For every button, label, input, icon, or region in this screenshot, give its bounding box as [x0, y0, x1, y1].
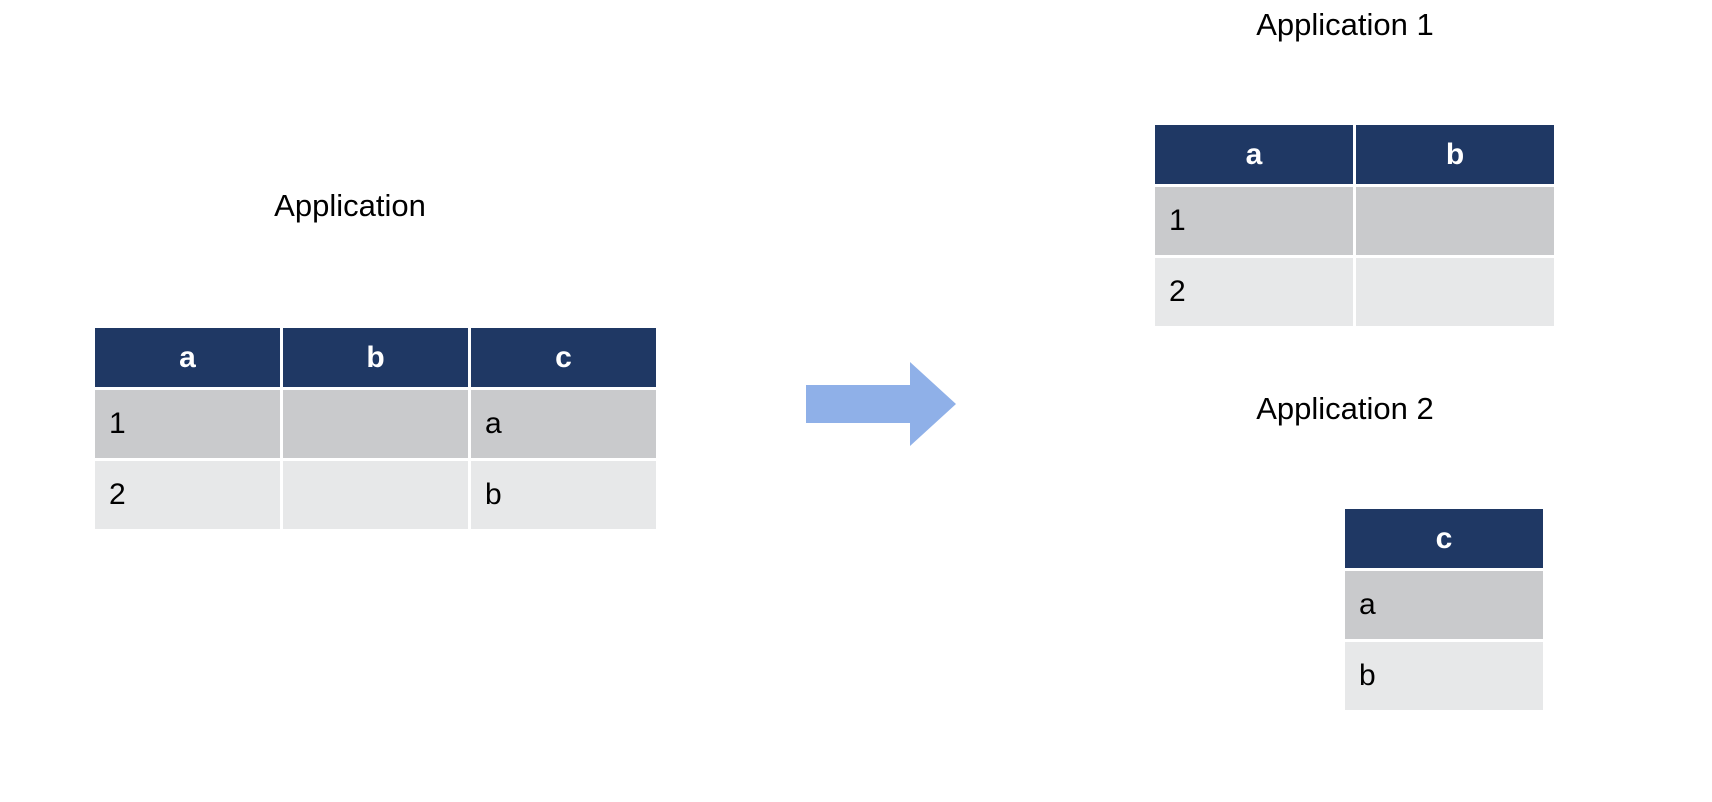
target-1-table-head: a b	[1155, 125, 1554, 184]
target-1-table: a b 1 2	[1152, 122, 1557, 329]
table-row: b	[1345, 642, 1543, 710]
column-header-c: c	[471, 328, 656, 387]
table-cell: a	[471, 390, 656, 458]
column-header-a: a	[1155, 125, 1353, 184]
target-2-table-title: Application 2	[1256, 391, 1434, 426]
target-2-table-head: c	[1345, 509, 1543, 568]
table-cell	[1356, 258, 1554, 326]
table-cell: b	[1345, 642, 1543, 710]
table-cell: b	[471, 461, 656, 529]
table-row: 1	[1155, 187, 1554, 255]
source-table: a b c 1 a 2 b	[92, 325, 659, 532]
right-arrow-shape	[806, 362, 956, 446]
table-cell	[283, 390, 468, 458]
table-cell: 2	[95, 461, 280, 529]
table-row: 1 a	[95, 390, 656, 458]
column-header-b: b	[283, 328, 468, 387]
table-cell: 1	[95, 390, 280, 458]
target-1-table-body: 1 2	[1155, 187, 1554, 326]
table-header-row: a b c	[95, 328, 656, 387]
target-2-table: c a b	[1342, 506, 1546, 713]
table-cell: 1	[1155, 187, 1353, 255]
table-header-row: c	[1345, 509, 1543, 568]
source-table-head: a b c	[95, 328, 656, 387]
table-cell: a	[1345, 571, 1543, 639]
table-row: 2 b	[95, 461, 656, 529]
table-row: 2	[1155, 258, 1554, 326]
arrow-polygon	[806, 362, 956, 446]
right-arrow-icon	[806, 362, 956, 446]
table-cell: 2	[1155, 258, 1353, 326]
table-header-row: a b	[1155, 125, 1554, 184]
table-cell	[1356, 187, 1554, 255]
table-cell	[283, 461, 468, 529]
target-2-table-body: a b	[1345, 571, 1543, 710]
column-header-b: b	[1356, 125, 1554, 184]
column-header-a: a	[95, 328, 280, 387]
table-row: a	[1345, 571, 1543, 639]
source-table-body: 1 a 2 b	[95, 390, 656, 529]
diagram-canvas: Application a b c 1 a 2 b Application 1 …	[0, 0, 1712, 802]
target-1-table-title: Application 1	[1256, 7, 1434, 42]
column-header-c: c	[1345, 509, 1543, 568]
source-table-title: Application	[274, 188, 426, 223]
